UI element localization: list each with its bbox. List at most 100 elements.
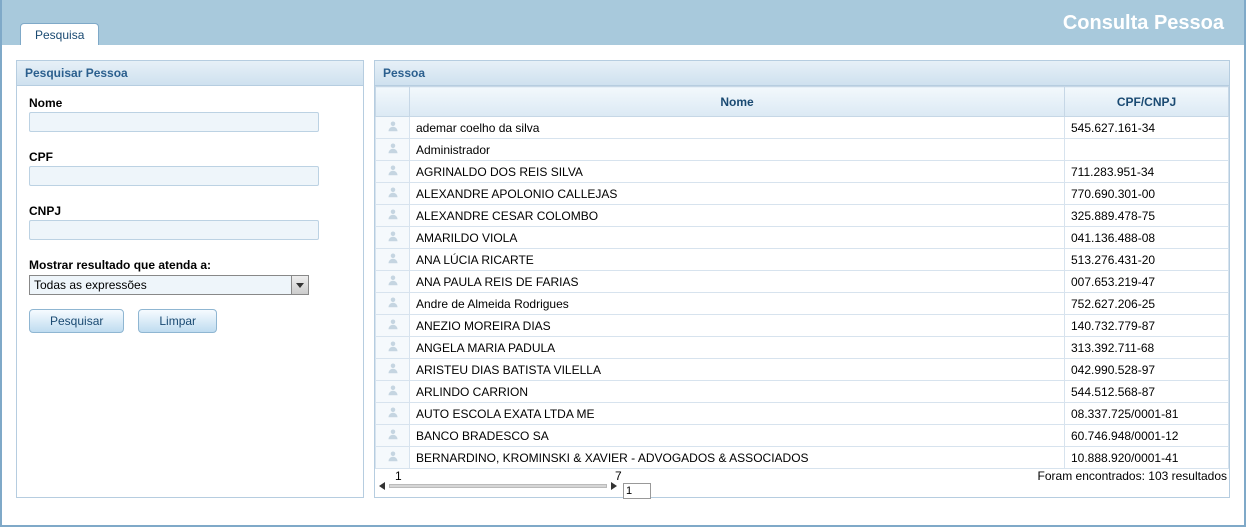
row-doc: 60.746.948/0001-12: [1065, 425, 1229, 447]
table-row[interactable]: ademar coelho da silva545.627.161-34: [376, 117, 1229, 139]
row-nome: Andre de Almeida Rodrigues: [410, 293, 1065, 315]
results-table: Nome CPF/CNPJ ademar coelho da silva545.…: [375, 86, 1229, 469]
chevron-down-icon[interactable]: [291, 276, 308, 294]
pager: 1 7 Foram encontrados: 103 resultados: [375, 469, 1229, 497]
clear-button[interactable]: Limpar: [138, 309, 217, 333]
nome-input[interactable]: [29, 112, 319, 132]
results-table-wrap: Nome CPF/CNPJ ademar coelho da silva545.…: [375, 86, 1229, 469]
row-icon-cell: [376, 359, 410, 381]
row-doc: 711.283.951-34: [1065, 161, 1229, 183]
row-nome: ALEXANDRE CESAR COLOMBO: [410, 205, 1065, 227]
person-icon: [387, 186, 399, 198]
row-nome: ANA PAULA REIS DE FARIAS: [410, 271, 1065, 293]
row-icon-cell: [376, 315, 410, 337]
person-icon: [387, 208, 399, 220]
app-window: Pesquisa Consulta Pessoa Pesquisar Pesso…: [0, 0, 1246, 527]
pager-status: Foram encontrados: 103 resultados: [1038, 469, 1227, 483]
search-panel: Pesquisar Pessoa Nome CPF CNPJ Mostrar r…: [16, 60, 364, 498]
table-row[interactable]: Administrador: [376, 139, 1229, 161]
col-icon: [376, 87, 410, 117]
row-doc: [1065, 139, 1229, 161]
person-icon: [387, 164, 399, 176]
row-nome: ARLINDO CARRION: [410, 381, 1065, 403]
table-row[interactable]: AGRINALDO DOS REIS SILVA711.283.951-34: [376, 161, 1229, 183]
row-nome: ANA LÚCIA RICARTE: [410, 249, 1065, 271]
table-row[interactable]: ANA LÚCIA RICARTE513.276.431-20: [376, 249, 1229, 271]
table-row[interactable]: AMARILDO VIOLA041.136.488-08: [376, 227, 1229, 249]
person-icon: [387, 230, 399, 242]
row-doc: 08.337.725/0001-81: [1065, 403, 1229, 425]
row-icon-cell: [376, 249, 410, 271]
search-button[interactable]: Pesquisar: [29, 309, 124, 333]
row-doc: 313.392.711-68: [1065, 337, 1229, 359]
pager-next-icon[interactable]: [611, 482, 617, 490]
pager-prev-icon[interactable]: [379, 482, 385, 490]
row-nome: BANCO BRADESCO SA: [410, 425, 1065, 447]
filter-select[interactable]: Todas as expressões: [29, 275, 309, 295]
row-icon-cell: [376, 205, 410, 227]
person-icon: [387, 406, 399, 418]
pager-page-input[interactable]: [623, 483, 651, 499]
table-row[interactable]: AUTO ESCOLA EXATA LTDA ME08.337.725/0001…: [376, 403, 1229, 425]
cnpj-input[interactable]: [29, 220, 319, 240]
row-doc: 10.888.920/0001-41: [1065, 447, 1229, 469]
table-row[interactable]: ARISTEU DIAS BATISTA VILELLA042.990.528-…: [376, 359, 1229, 381]
person-icon: [387, 384, 399, 396]
cpf-label: CPF: [29, 150, 351, 164]
table-row[interactable]: ALEXANDRE APOLONIO CALLEJAS770.690.301-0…: [376, 183, 1229, 205]
person-icon: [387, 362, 399, 374]
table-row[interactable]: ARLINDO CARRION544.512.568-87: [376, 381, 1229, 403]
table-row[interactable]: ANGELA MARIA PADULA313.392.711-68: [376, 337, 1229, 359]
table-row[interactable]: ANEZIO MOREIRA DIAS140.732.779-87: [376, 315, 1229, 337]
person-icon: [387, 318, 399, 330]
person-icon: [387, 340, 399, 352]
person-icon: [387, 428, 399, 440]
row-doc: 140.732.779-87: [1065, 315, 1229, 337]
table-row[interactable]: BERNARDINO, KROMINSKI & XAVIER - ADVOGAD…: [376, 447, 1229, 469]
filter-selected-text: Todas as expressões: [34, 278, 147, 292]
row-nome: ANGELA MARIA PADULA: [410, 337, 1065, 359]
person-icon: [387, 450, 399, 462]
row-nome: Administrador: [410, 139, 1065, 161]
row-icon-cell: [376, 161, 410, 183]
row-nome: ANEZIO MOREIRA DIAS: [410, 315, 1065, 337]
row-doc: 007.653.219-47: [1065, 271, 1229, 293]
row-doc: 513.276.431-20: [1065, 249, 1229, 271]
table-row[interactable]: Andre de Almeida Rodrigues752.627.206-25: [376, 293, 1229, 315]
results-panel: Pessoa Nome CPF/CNPJ ademar coelho da si…: [374, 60, 1230, 498]
tab-pesquisa[interactable]: Pesquisa: [20, 23, 99, 45]
row-icon-cell: [376, 183, 410, 205]
row-icon-cell: [376, 337, 410, 359]
row-icon-cell: [376, 227, 410, 249]
row-doc: 752.627.206-25: [1065, 293, 1229, 315]
tab-bar: Pesquisa Consulta Pessoa: [2, 0, 1244, 46]
pager-slider[interactable]: [389, 484, 607, 488]
pager-current-page: 1: [395, 469, 402, 483]
row-doc: 545.627.161-34: [1065, 117, 1229, 139]
row-icon-cell: [376, 293, 410, 315]
person-icon: [387, 120, 399, 132]
row-icon-cell: [376, 381, 410, 403]
results-panel-title: Pessoa: [375, 61, 1229, 86]
row-nome: BERNARDINO, KROMINSKI & XAVIER - ADVOGAD…: [410, 447, 1065, 469]
row-icon-cell: [376, 447, 410, 469]
row-nome: ademar coelho da silva: [410, 117, 1065, 139]
cnpj-label: CNPJ: [29, 204, 351, 218]
person-icon: [387, 252, 399, 264]
cpf-input[interactable]: [29, 166, 319, 186]
table-row[interactable]: ALEXANDRE CESAR COLOMBO325.889.478-75: [376, 205, 1229, 227]
person-icon: [387, 274, 399, 286]
row-nome: AMARILDO VIOLA: [410, 227, 1065, 249]
row-doc: 041.136.488-08: [1065, 227, 1229, 249]
pager-total-pages: 7: [615, 469, 622, 483]
row-icon-cell: [376, 139, 410, 161]
table-row[interactable]: ANA PAULA REIS DE FARIAS007.653.219-47: [376, 271, 1229, 293]
col-nome[interactable]: Nome: [410, 87, 1065, 117]
col-doc[interactable]: CPF/CNPJ: [1065, 87, 1229, 117]
row-icon-cell: [376, 403, 410, 425]
table-row[interactable]: BANCO BRADESCO SA60.746.948/0001-12: [376, 425, 1229, 447]
row-nome: AUTO ESCOLA EXATA LTDA ME: [410, 403, 1065, 425]
row-doc: 325.889.478-75: [1065, 205, 1229, 227]
content-area: Pesquisar Pessoa Nome CPF CNPJ Mostrar r…: [2, 46, 1244, 506]
row-nome: AGRINALDO DOS REIS SILVA: [410, 161, 1065, 183]
